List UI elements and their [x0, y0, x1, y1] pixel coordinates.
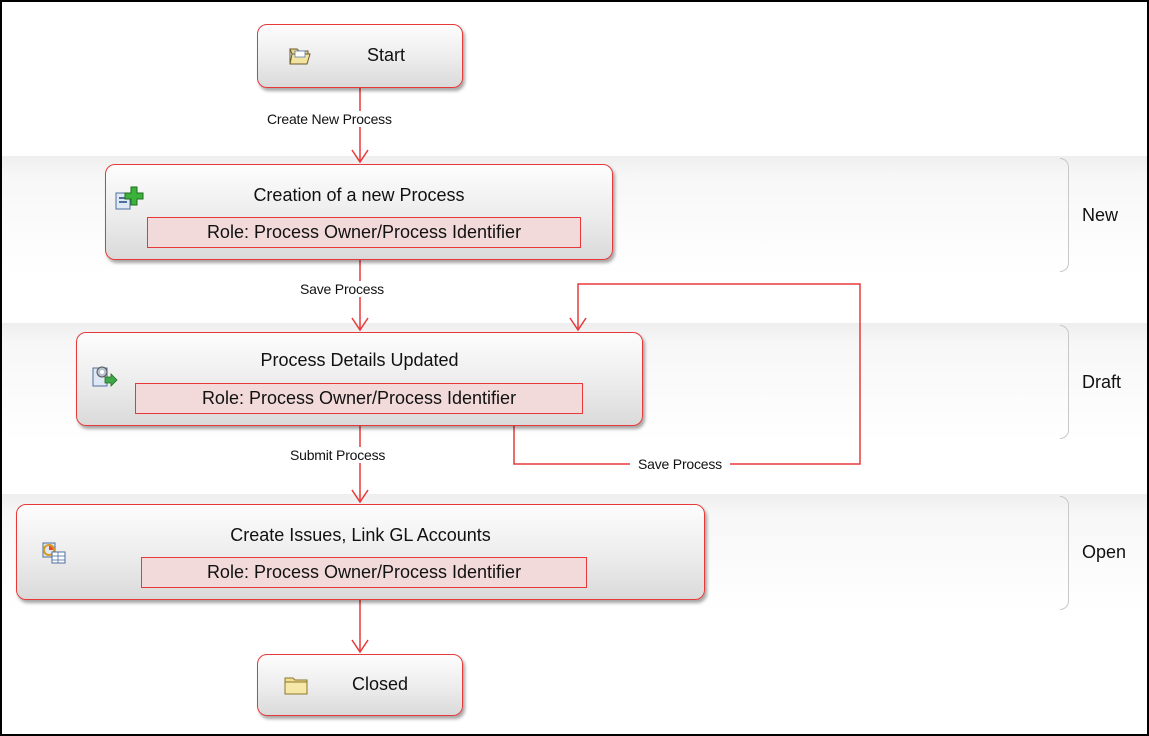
node-create-issues-role: Role: Process Owner/Process Identifier — [141, 557, 587, 588]
node-create-issues-title: Create Issues, Link GL Accounts — [230, 525, 491, 545]
node-closed[interactable]: Closed — [257, 654, 463, 716]
edge-label-save-process-loop: Save Process — [630, 456, 730, 472]
node-creation-of-new-process[interactable]: Creation of a new Process Role: Process … — [105, 164, 613, 260]
edge-label-create-new-process: Create New Process — [266, 111, 393, 127]
node-details-role: Role: Process Owner/Process Identifier — [135, 383, 583, 414]
node-closed-title: Closed — [351, 674, 409, 694]
workflow-canvas: New Draft Open Create New Process Save P… — [0, 0, 1149, 736]
node-start-title: Start — [366, 45, 405, 65]
node-create-issues-link-gl-accounts[interactable]: Create Issues, Link GL Accounts Role: Pr… — [16, 504, 705, 600]
node-process-details-updated[interactable]: Process Details Updated Role: Process Ow… — [76, 332, 643, 426]
node-start[interactable]: Start — [257, 24, 463, 88]
node-creation-role: Role: Process Owner/Process Identifier — [147, 217, 581, 248]
folder-open-icon — [288, 45, 312, 72]
edge-label-save-process: Save Process — [299, 281, 385, 297]
node-details-title: Process Details Updated — [260, 350, 459, 370]
node-creation-title: Creation of a new Process — [253, 185, 465, 205]
edge-label-submit-process: Submit Process — [289, 447, 387, 463]
